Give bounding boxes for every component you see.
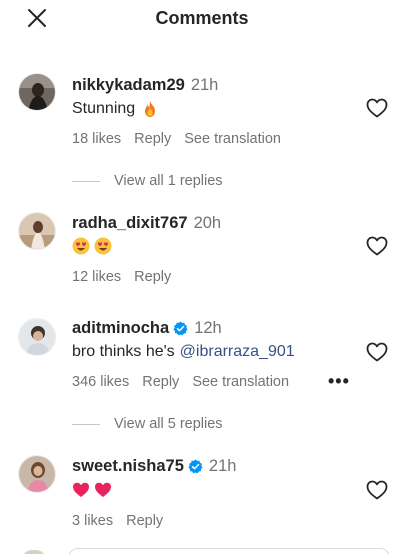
- likes-count[interactable]: 18 likes: [72, 131, 121, 147]
- heart-eyes-emoji-icon: [72, 237, 90, 255]
- like-button[interactable]: [366, 480, 388, 500]
- comment-username[interactable]: radha_dixit767: [72, 214, 188, 233]
- avatar[interactable]: [18, 318, 56, 356]
- heart-outline-icon: [366, 480, 388, 500]
- fire-emoji-icon: [145, 101, 156, 117]
- see-translation-button[interactable]: See translation: [192, 374, 289, 390]
- heart-outline-icon: [366, 342, 388, 362]
- reply-button[interactable]: Reply: [134, 131, 171, 147]
- comment-username[interactable]: sweet.nisha75: [72, 457, 184, 476]
- view-replies-button[interactable]: View all 5 replies: [72, 416, 223, 432]
- reply-button[interactable]: Reply: [134, 269, 171, 285]
- heart-outline-icon: [366, 98, 388, 118]
- comment-text: [72, 481, 116, 499]
- comment-time: 20h: [193, 214, 222, 232]
- heart-eyes-emoji-icon: [94, 237, 112, 255]
- reply-button[interactable]: Reply: [126, 513, 163, 529]
- mention-link[interactable]: @ibrarraza_901: [180, 343, 295, 361]
- likes-count[interactable]: 3 likes: [72, 513, 113, 529]
- avatar[interactable]: [18, 73, 56, 111]
- current-user-avatar: [22, 550, 46, 554]
- comment-text: Stunning: [72, 100, 159, 118]
- comment-time: 21h: [190, 76, 219, 94]
- replies-divider: [72, 423, 100, 425]
- red-heart-emoji-icon: [73, 482, 89, 497]
- page-title: Comments: [155, 8, 249, 28]
- comment-composer: [0, 544, 404, 554]
- like-button[interactable]: [366, 342, 388, 362]
- heart-outline-icon: [366, 236, 388, 256]
- avatar[interactable]: [18, 455, 56, 493]
- comment-text: bro thinks he's @ibrarraza_901: [72, 343, 295, 361]
- likes-count[interactable]: 12 likes: [72, 269, 121, 285]
- see-translation-button[interactable]: See translation: [184, 131, 281, 147]
- verified-badge-icon: [188, 459, 203, 474]
- more-options-button[interactable]: •••: [328, 371, 350, 392]
- view-replies-button[interactable]: View all 1 replies: [72, 173, 223, 189]
- likes-count[interactable]: 346 likes: [72, 374, 129, 390]
- comment-text: [72, 237, 116, 255]
- reply-button[interactable]: Reply: [142, 374, 179, 390]
- like-button[interactable]: [366, 236, 388, 256]
- comment-input[interactable]: [68, 548, 390, 554]
- comment-time: 21h: [208, 457, 237, 475]
- red-heart-emoji-icon: [95, 482, 111, 497]
- comments-header: Comments: [0, 0, 404, 40]
- avatar[interactable]: [18, 212, 56, 250]
- comment-username[interactable]: nikkykadam29: [72, 76, 185, 95]
- comment-username[interactable]: aditminocha: [72, 319, 169, 338]
- comment-time: 12h: [194, 319, 222, 337]
- like-button[interactable]: [366, 98, 388, 118]
- verified-badge-icon: [173, 321, 188, 336]
- replies-divider: [72, 180, 100, 182]
